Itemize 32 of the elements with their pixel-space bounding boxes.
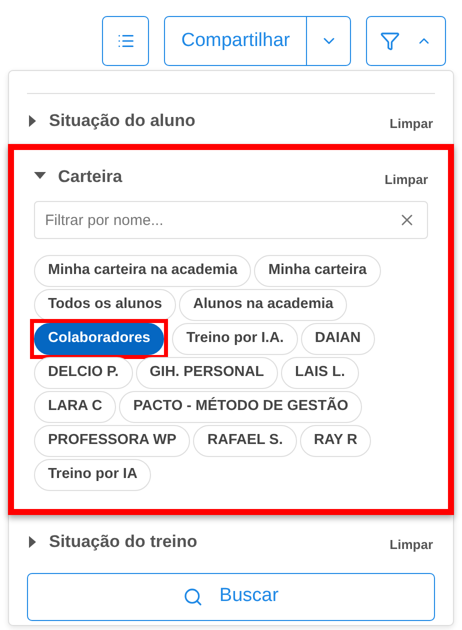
filter-chip[interactable]: Todos os alunos [34,289,176,321]
clear-link[interactable]: Limpar [390,114,433,134]
search-icon [183,586,204,606]
filter-chip[interactable]: PACTO - MÉTODO DE GESTÃO [119,391,362,423]
filter-chip[interactable]: Minha carteira na academia [34,255,252,287]
list-button[interactable] [102,16,150,66]
caret-right-icon [29,114,37,127]
filter-chip[interactable]: LAIS L. [281,357,359,389]
caret-down-icon [34,172,46,180]
list-icon [116,32,135,50]
filter-toggle-button[interactable] [366,16,446,66]
filter-chip[interactable]: GIH. PERSONAL [136,357,278,389]
search-button[interactable]: Buscar [27,572,435,620]
filter-chip[interactable]: RAY R [300,425,372,457]
filter-chip[interactable]: Treino por IA [34,459,152,491]
caret-right-icon [29,536,37,548]
filter-chip[interactable]: Alunos na academia [179,289,348,321]
filter-chip[interactable]: Colaboradores [34,323,164,355]
filter-chip[interactable]: Minha carteira [254,255,381,287]
filter-chip[interactable]: LARA C [34,391,116,423]
section-toggle[interactable]: Situação do aluno [29,108,196,134]
filter-chip[interactable]: PROFESSORA WP [34,425,190,457]
section-toggle[interactable]: Carteira [34,164,122,189]
filter-icon [380,31,400,51]
filter-chip[interactable]: RAFAEL S. [193,425,297,457]
clear-link[interactable]: Limpar [384,170,428,189]
filter-chip[interactable]: DELCIO P. [34,357,133,389]
section-toggle[interactable]: Situação do treino [29,529,198,554]
clear-link[interactable]: Limpar [390,535,433,554]
filter-field[interactable]: Filtrar por nome... [34,201,428,239]
filter-chip[interactable]: DAIAN [300,323,375,355]
filter-chip[interactable]: Treino por I.A. [172,323,298,355]
